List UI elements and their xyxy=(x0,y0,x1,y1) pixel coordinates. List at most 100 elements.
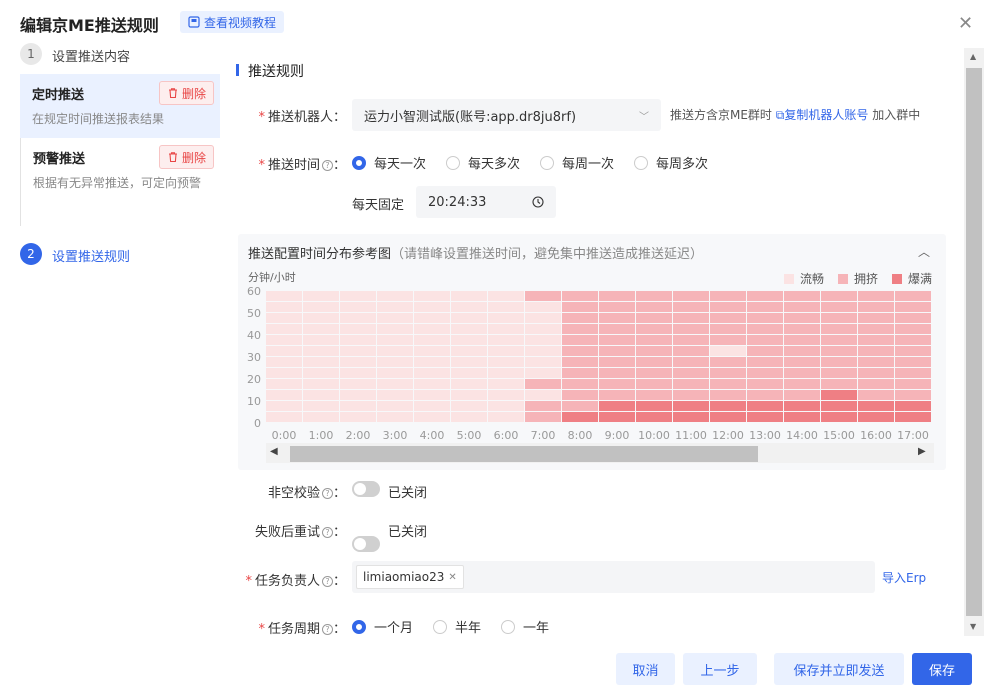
step-1-label[interactable]: 设置推送内容 xyxy=(52,46,130,65)
heatmap-cell xyxy=(303,346,339,356)
heatmap-cell xyxy=(747,401,783,411)
heatmap-cell xyxy=(266,335,302,345)
heatmap-cell xyxy=(562,357,598,367)
heatmap-cell xyxy=(599,368,635,378)
heatmap-cell xyxy=(340,401,376,411)
radio-icon xyxy=(501,619,516,634)
scroll-left-icon[interactable]: ◀ xyxy=(270,446,278,457)
heatmap-cell xyxy=(636,302,672,312)
collapse-icon[interactable]: ︿ xyxy=(918,243,930,260)
push-time-option-2[interactable]: 每周一次 xyxy=(540,153,614,172)
heatmap-cell xyxy=(266,401,302,411)
period-option-2[interactable]: 一年 xyxy=(501,617,549,636)
heatmap-cell xyxy=(414,379,450,389)
heatmap-cell xyxy=(377,324,413,334)
video-tutorial-button[interactable]: 查看视频教程 xyxy=(180,11,285,33)
heatmap-cell xyxy=(821,302,857,312)
retry-toggle[interactable] xyxy=(352,536,380,552)
heatmap-cell xyxy=(858,390,894,400)
copy-robot-account-link[interactable]: ⧉复制机器人账号 xyxy=(776,108,869,122)
heatmap-cell xyxy=(451,291,487,301)
vertical-scrollbar-thumb[interactable] xyxy=(966,68,982,616)
heatmap-cell xyxy=(488,379,524,389)
heatmap-cell xyxy=(784,379,820,389)
heatmap-cell xyxy=(747,335,783,345)
clock-icon xyxy=(532,196,544,208)
radio-icon xyxy=(433,619,448,634)
chart-title: 推送配置时间分布参考图（请错峰设置推送时间，避免集中推送造成推送延迟） xyxy=(248,247,704,262)
push-time-option-0[interactable]: 每天一次 xyxy=(352,153,426,172)
push-time-option-3[interactable]: 每周多次 xyxy=(634,153,708,172)
heatmap-cell xyxy=(747,313,783,323)
heatmap-cell xyxy=(303,401,339,411)
delete-button[interactable]: 删除 xyxy=(158,81,214,105)
period-option-0[interactable]: 一个月 xyxy=(352,617,413,636)
retry-state: 已关闭 xyxy=(388,525,428,540)
heatmap-cell xyxy=(303,357,339,367)
heatmap-cell xyxy=(525,324,561,334)
save-and-send-button[interactable]: 保存并立即发送 xyxy=(774,653,904,685)
heatmap-cell xyxy=(303,324,339,334)
period-option-label: 一年 xyxy=(523,621,550,636)
heatmap-cell xyxy=(636,357,672,367)
remove-tag-icon[interactable]: ✕ xyxy=(448,572,456,583)
card-desc: 根据有无异常推送，可定向预警 xyxy=(33,176,202,190)
heatmap-cell xyxy=(340,313,376,323)
heatmap-cell xyxy=(784,313,820,323)
import-erp-link[interactable]: 导入Erp xyxy=(882,569,926,586)
nonempty-toggle[interactable] xyxy=(352,481,380,497)
heatmap-cell xyxy=(562,335,598,345)
period-option-label: 一个月 xyxy=(374,621,414,636)
heatmap-cell xyxy=(895,357,931,367)
heatmap-cell xyxy=(451,346,487,356)
fixed-time-input[interactable]: 20:24:33 xyxy=(416,186,556,218)
push-time-option-label: 每周多次 xyxy=(656,157,709,172)
heatmap-cell xyxy=(599,335,635,345)
heatmap-cell xyxy=(562,302,598,312)
heatmap-cell xyxy=(821,313,857,323)
heatmap-cell xyxy=(636,379,672,389)
x-tick-label: 7:00 xyxy=(531,429,556,442)
heatmap-cell xyxy=(673,379,709,389)
video-tutorial-label: 查看视频教程 xyxy=(204,15,277,30)
heatmap-cell xyxy=(673,390,709,400)
heatmap-cell xyxy=(414,291,450,301)
heatmap-cell xyxy=(340,335,376,345)
heatmap-cell xyxy=(599,412,635,422)
period-option-1[interactable]: 半年 xyxy=(433,617,481,636)
heatmap-cell xyxy=(266,412,302,422)
delete-button[interactable]: 删除 xyxy=(158,145,214,169)
heatmap-cell xyxy=(451,357,487,367)
trash-icon xyxy=(168,88,177,99)
heatmap-cell xyxy=(821,357,857,367)
heatmap-cell xyxy=(266,357,302,367)
scroll-down-icon[interactable]: ▼ xyxy=(970,622,976,631)
robot-select[interactable]: 运力小智测试版(账号:app.dr8ju8rf) ﹀ xyxy=(352,99,661,131)
prev-step-button[interactable]: 上一步 xyxy=(683,653,757,685)
card-alert-push[interactable]: 预警推送 根据有无异常推送，可定向预警 删除 xyxy=(20,138,220,226)
scroll-up-icon[interactable]: ▲ xyxy=(970,52,976,61)
save-button[interactable]: 保存 xyxy=(912,653,972,685)
x-tick-label: 13:00 xyxy=(749,429,781,442)
x-tick-label: 14:00 xyxy=(786,429,818,442)
heatmap-cell xyxy=(673,324,709,334)
heatmap-cell xyxy=(525,390,561,400)
heatmap-cell xyxy=(488,390,524,400)
heatmap-cell xyxy=(710,379,746,389)
heatmap-cell xyxy=(340,357,376,367)
push-time-option-1[interactable]: 每天多次 xyxy=(446,153,520,172)
chart-scrollbar-thumb[interactable] xyxy=(290,446,758,462)
scroll-right-icon[interactable]: ▶ xyxy=(918,446,926,457)
heatmap-cell xyxy=(710,302,746,312)
y-axis-label: 分钟/小时 xyxy=(248,270,296,284)
close-icon[interactable]: ✕ xyxy=(958,14,973,34)
step-2-label[interactable]: 设置推送规则 xyxy=(52,246,130,265)
card-scheduled-push[interactable]: 定时推送 在规定时间推送报表结果 删除 xyxy=(20,74,220,138)
heatmap-cell xyxy=(673,401,709,411)
cancel-button[interactable]: 取消 xyxy=(616,653,675,685)
heatmap-cell xyxy=(414,401,450,411)
heatmap-cell xyxy=(784,390,820,400)
owner-input[interactable]: limiaomiao23 ✕ xyxy=(352,561,875,593)
heatmap-cell xyxy=(895,324,931,334)
owner-tag-label: limiaomiao23 xyxy=(363,570,445,584)
